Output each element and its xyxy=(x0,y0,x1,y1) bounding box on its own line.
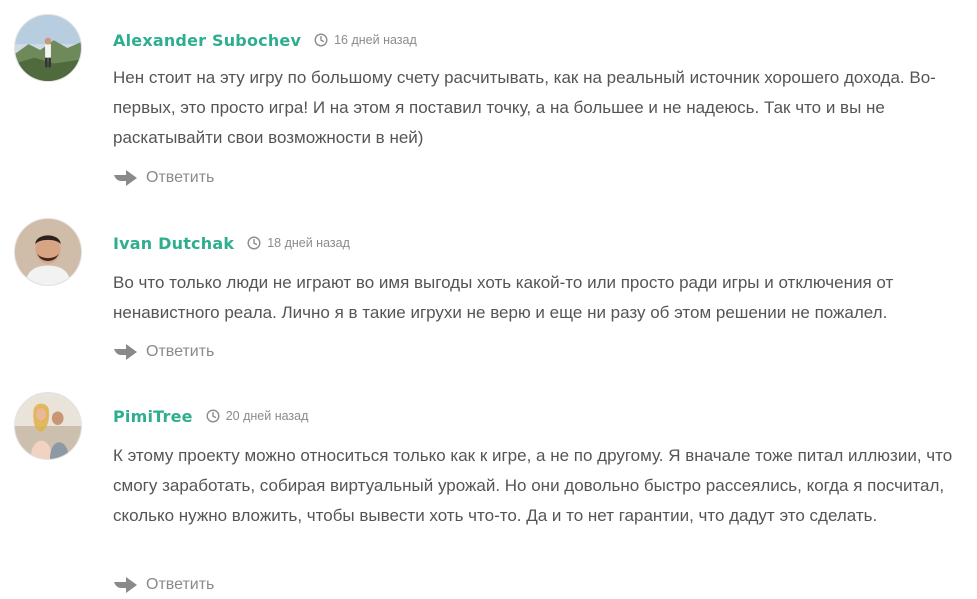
reply-label: Ответить xyxy=(146,576,215,593)
author-name[interactable]: Alexander Subochev xyxy=(113,31,301,50)
author-name[interactable]: PimiTree xyxy=(113,407,193,426)
comment-header: Alexander Subochev 16 дней назад xyxy=(113,28,417,52)
comment-header: PimiTree 20 дней назад xyxy=(113,404,308,428)
reply-button[interactable]: Ответить xyxy=(114,574,214,596)
comment-text: Во что только люди не играют во имя выго… xyxy=(113,273,894,322)
avatar-photo-mountain xyxy=(15,15,81,81)
avatar[interactable] xyxy=(14,14,82,82)
comment-date[interactable]: 20 дней назад xyxy=(226,409,309,423)
comment-header: Ivan Dutchak 18 дней назад xyxy=(113,231,350,255)
avatar-photo-portrait xyxy=(15,219,81,285)
avatar-photo-couple xyxy=(15,393,81,459)
clock-icon xyxy=(247,236,261,250)
reply-label: Ответить xyxy=(146,343,215,360)
avatar[interactable] xyxy=(14,218,82,286)
reply-arrow-icon xyxy=(114,344,137,360)
comment-text: Нен стоит на эту игру по большому счету … xyxy=(113,68,936,147)
author-name[interactable]: Ivan Dutchak xyxy=(113,234,234,253)
reply-label: Ответить xyxy=(146,169,215,186)
reply-button[interactable]: Ответить xyxy=(114,341,214,363)
comment-date[interactable]: 18 дней назад xyxy=(267,236,350,250)
reply-arrow-icon xyxy=(114,170,137,186)
avatar[interactable] xyxy=(14,392,82,460)
reply-button[interactable]: Ответить xyxy=(114,167,214,189)
clock-icon xyxy=(206,409,220,423)
comment-text: К этому проекту можно относиться только … xyxy=(113,446,953,525)
comment-date[interactable]: 16 дней назад xyxy=(334,33,417,47)
reply-arrow-icon xyxy=(114,577,137,593)
clock-icon xyxy=(314,33,328,47)
